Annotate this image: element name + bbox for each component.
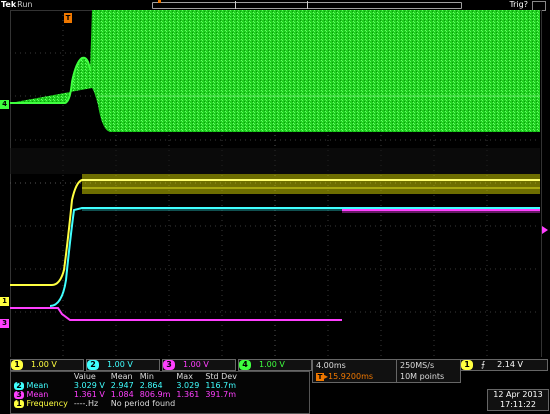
horizontal-settings-box[interactable]: 4.00ms T ▸15.9200ms xyxy=(312,359,397,383)
trigger-state-label: Trig? xyxy=(509,0,528,9)
record-length: 10M points xyxy=(400,372,445,381)
measurement-max: 3.029 xyxy=(176,381,200,390)
measurement-min: 2.864 xyxy=(139,381,163,390)
brand-label: TekRun xyxy=(1,0,32,10)
brand-logo: Tek xyxy=(1,0,17,9)
trigger-offset-icon: T xyxy=(316,373,324,381)
header-min: Min xyxy=(139,372,154,381)
measurement-note: No period found xyxy=(110,399,176,408)
sample-rate: 250MS/s xyxy=(400,361,435,370)
trigger-source-badge: 1 xyxy=(461,360,473,370)
measurement-min: 806.9m xyxy=(139,390,171,399)
trigger-level: 2.14 V xyxy=(497,360,523,369)
time-label: 17:11:22 xyxy=(500,400,536,409)
rising-edge-icon: ⨍ xyxy=(481,360,486,369)
measurement-name: Frequency xyxy=(26,399,68,408)
ch4-ground-marker[interactable]: 4 xyxy=(0,100,9,109)
ch2-scale: 1.00 V xyxy=(107,360,133,369)
ch2-scale-box[interactable]: 2 1.00 V xyxy=(86,359,160,371)
trigger-offset-value: ▸15.9200ms xyxy=(324,372,374,381)
measurement-std-dev: 391.7m xyxy=(205,390,237,399)
ch2-badge: 2 xyxy=(14,382,24,390)
ch1-ground-marker[interactable]: 1 xyxy=(0,297,9,306)
ch4-badge: 4 xyxy=(239,360,251,370)
measurement-mean: 1.084 xyxy=(110,390,134,399)
ch2-waveform xyxy=(49,207,540,307)
measurement-value: ----.Hz xyxy=(73,399,99,408)
date-label: 12 Apr 2013 xyxy=(493,390,543,399)
timebase-value: 4.00ms xyxy=(316,361,346,370)
measurement-name: Mean xyxy=(26,381,49,390)
header-max: Max xyxy=(176,372,193,381)
measurement-value: 3.029 V xyxy=(73,381,105,390)
ch3-scale: 1.00 V xyxy=(183,360,209,369)
measurement-value: 1.361 V xyxy=(73,390,105,399)
measurement-row[interactable]: 3 Mean 1.361 V 1.084 806.9m 1.361 391.7m xyxy=(11,390,240,399)
ch3-badge: 3 xyxy=(14,391,24,399)
record-tic xyxy=(307,1,308,9)
ch3-badge: 3 xyxy=(163,360,175,370)
ch2-badge: 2 xyxy=(87,360,99,370)
record-position-bar[interactable] xyxy=(152,0,462,9)
record-tic xyxy=(235,1,236,9)
measurement-std-dev: 116.7m xyxy=(205,381,237,390)
acquisition-state[interactable]: Run xyxy=(17,0,32,9)
measurement-mean: 2.947 xyxy=(110,381,134,390)
acquisition-settings-box[interactable]: 250MS/s 10M points xyxy=(396,359,461,383)
ch1-waveform xyxy=(10,174,540,286)
header-value: Value xyxy=(73,372,96,381)
measurement-row[interactable]: 1 Frequency ----.Hz No period found xyxy=(11,399,240,408)
ch1-badge: 1 xyxy=(14,400,24,408)
trigger-position-marker xyxy=(158,0,161,3)
ch4-waveform xyxy=(10,10,540,174)
measurement-table[interactable]: Value Mean Min Max Std Dev 2 Mean 3.029 … xyxy=(10,371,310,414)
top-status-bar: TekRun Trig? xyxy=(0,0,550,11)
header-std-dev: Std Dev xyxy=(205,372,237,381)
measurement-max: 1.361 xyxy=(176,390,200,399)
header-mean: Mean xyxy=(110,372,133,381)
status-panel: 1 1.00 V 2 1.00 V 3 1.00 V 4 1.00 V Value Me… xyxy=(0,357,550,414)
trigger-time-marker[interactable]: T xyxy=(64,13,72,23)
ch4-scale: 1.00 V xyxy=(259,360,285,369)
date-time-box: 12 Apr 2013 17:11:22 xyxy=(487,389,549,411)
measurement-header-row: Value Mean Min Max Std Dev xyxy=(11,372,240,381)
trigger-level-arrow-icon xyxy=(542,226,548,234)
measurement-name: Mean xyxy=(26,390,49,399)
ch1-scale-box[interactable]: 1 1.00 V xyxy=(10,359,84,371)
ch1-scale: 1.00 V xyxy=(31,360,57,369)
graticule xyxy=(10,10,540,356)
trigger-settings-box[interactable]: 1 ⨍ 2.14 V xyxy=(460,359,548,371)
ch3-scale-box[interactable]: 3 1.00 V xyxy=(162,359,236,371)
ch4-scale-box[interactable]: 4 1.00 V xyxy=(238,359,312,371)
measurement-row[interactable]: 2 Mean 3.029 V 2.947 2.864 3.029 116.7m xyxy=(11,381,240,390)
ch3-ground-marker[interactable]: 3 xyxy=(0,319,9,328)
ch1-badge: 1 xyxy=(11,360,23,370)
